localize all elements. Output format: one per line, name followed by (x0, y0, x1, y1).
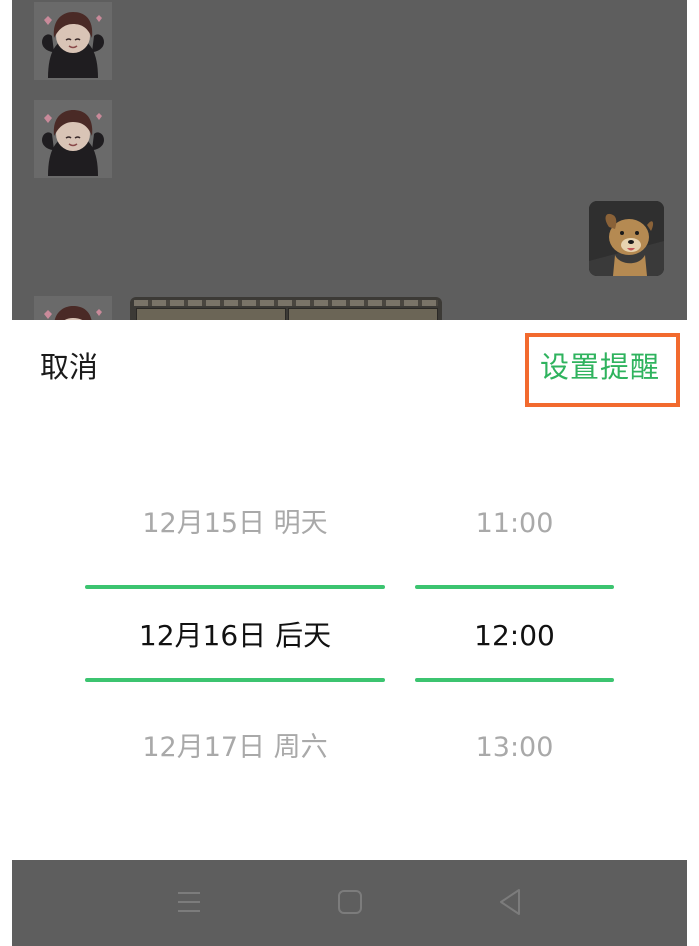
anime-girl-sticker[interactable] (34, 2, 112, 80)
anime-girl-sticker-image (34, 2, 112, 80)
cancel-button[interactable]: 取消 (40, 348, 98, 386)
selection-line (85, 678, 385, 682)
image-message-panel (288, 308, 438, 320)
date-option[interactable]: 12月17日 周六 (85, 728, 385, 768)
selection-line (415, 678, 614, 682)
date-option-selected[interactable]: 12月16日 后天 (85, 616, 385, 656)
image-message-panel (136, 308, 286, 320)
time-option[interactable]: 13:00 (415, 728, 614, 768)
screen: 取消 设置提醒 12月15日 明天 12月16日 后天 12月17日 周六 11… (0, 0, 699, 946)
menu-icon[interactable] (169, 882, 209, 922)
home-icon[interactable] (330, 882, 370, 922)
anime-girl-sticker-image (34, 296, 112, 320)
set-reminder-button[interactable]: 设置提醒 (540, 348, 660, 386)
anime-girl-sticker[interactable] (34, 296, 112, 320)
selection-line (85, 585, 385, 589)
image-message-strip (134, 300, 438, 306)
date-option[interactable]: 12月15日 明天 (85, 504, 385, 544)
time-option-selected[interactable]: 12:00 (415, 616, 614, 656)
anime-girl-sticker[interactable] (34, 100, 112, 178)
selection-line (415, 585, 614, 589)
dog-avatar[interactable] (589, 201, 664, 276)
chat-background (12, 0, 687, 320)
dog-avatar-image (589, 201, 664, 276)
image-message[interactable] (130, 297, 442, 320)
back-icon[interactable] (490, 882, 530, 922)
reminder-sheet: 取消 设置提醒 12月15日 明天 12月16日 后天 12月17日 周六 11… (0, 320, 699, 860)
anime-girl-sticker-image (34, 100, 112, 178)
time-option[interactable]: 11:00 (415, 504, 614, 544)
system-nav-bar (12, 860, 687, 946)
